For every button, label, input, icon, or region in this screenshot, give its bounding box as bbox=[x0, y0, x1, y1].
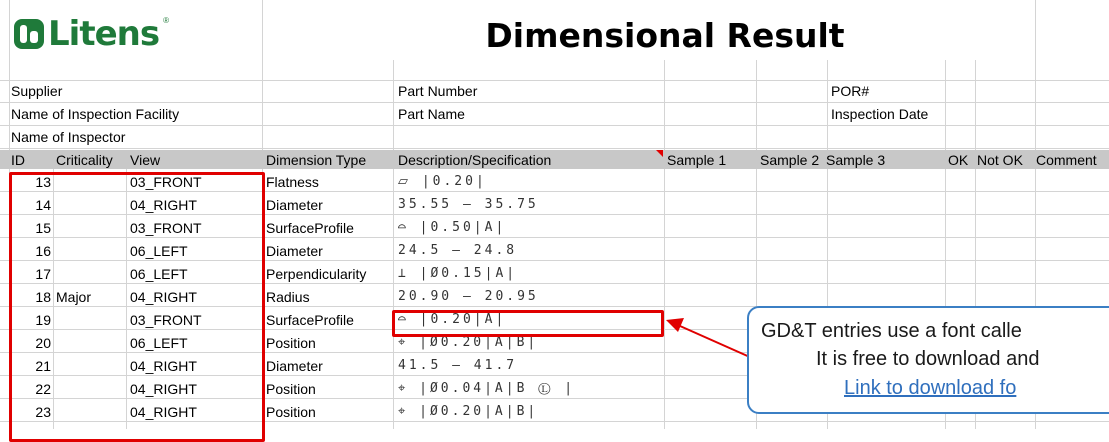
callout-link-wrap: Link to download fo bbox=[844, 377, 1109, 400]
callout-line-2: It is free to download and bbox=[816, 348, 1040, 370]
gdt-font-callout: GD&T entries use a font calle It is free… bbox=[747, 306, 1109, 414]
callout-line-1: GD&T entries use a font calle bbox=[761, 320, 1022, 342]
download-font-link[interactable]: Link to download fo bbox=[844, 377, 1016, 399]
